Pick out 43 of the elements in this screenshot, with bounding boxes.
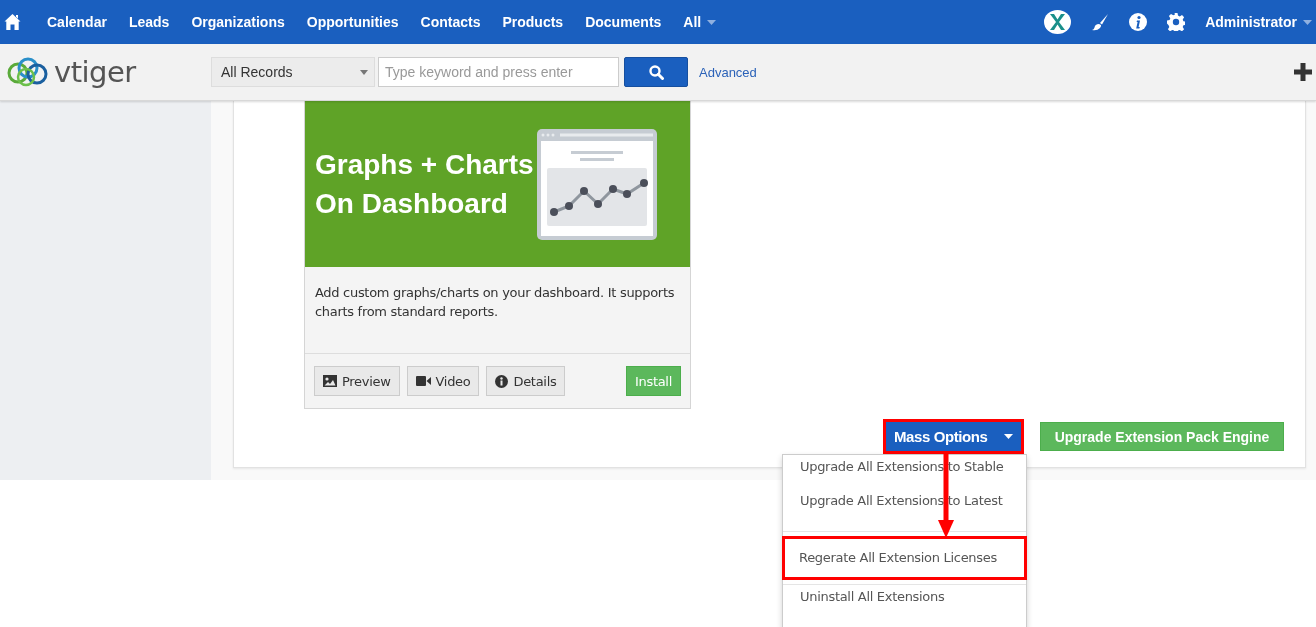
caret-icon (360, 69, 368, 75)
chart-point (565, 201, 573, 210)
search-button[interactable] (624, 57, 688, 87)
search-field[interactable]: Type keyword and press enter (378, 57, 619, 87)
extension-description: Add custom graphs/charts on your dashboard. It supports charts from standard reports. (315, 285, 675, 319)
logo-wordmark: vtiger (54, 57, 136, 87)
plus-icon[interactable] (1294, 63, 1312, 81)
brush-icon[interactable] (1091, 13, 1110, 31)
info-icon (495, 374, 509, 388)
mass-options-button[interactable]: Mass Options (883, 419, 1024, 454)
chart-point (623, 189, 631, 198)
nav-link[interactable]: Calendar (47, 14, 107, 30)
nav-link[interactable]: Organizations (191, 14, 285, 30)
nav-link[interactable]: Documents (585, 14, 662, 30)
chart-point (550, 207, 558, 216)
nav-link[interactable]: Products (502, 14, 564, 30)
banner-title: Graphs + Charts On Dashboard (315, 148, 535, 221)
nav-link[interactable]: Leads (128, 14, 170, 30)
chart-point (640, 178, 648, 187)
caret-icon (1004, 434, 1013, 439)
chart-point (594, 199, 602, 208)
app-logo-icon[interactable] (1044, 10, 1072, 34)
preview-button[interactable]: Preview (314, 366, 400, 396)
nav-link[interactable]: Opportunities (306, 14, 399, 30)
nav-link[interactable]: Contacts (420, 14, 481, 30)
menu-item[interactable]: Regerate All Extension Licenses (782, 536, 1027, 580)
settings-icon[interactable] (1167, 13, 1186, 31)
picture-icon (323, 375, 337, 387)
info-icon[interactable] (1129, 13, 1148, 31)
record-filter-dropdown[interactable]: All Records (211, 57, 375, 87)
user-menu[interactable]: Administrator (1205, 14, 1312, 30)
all-menu[interactable]: All (683, 14, 717, 30)
search-icon (648, 64, 664, 80)
video-button[interactable]: Video (406, 366, 480, 396)
caret-icon (1303, 19, 1312, 25)
details-button[interactable]: Details (486, 366, 566, 396)
home-icon[interactable] (4, 13, 21, 31)
video-camera-icon (415, 376, 431, 386)
caret-icon (707, 19, 717, 25)
menu-item[interactable]: Uninstall All Extensions (783, 589, 1026, 623)
chart-point (609, 184, 617, 193)
advanced-search-link[interactable]: Advanced (699, 64, 757, 80)
chart-point (580, 186, 588, 195)
